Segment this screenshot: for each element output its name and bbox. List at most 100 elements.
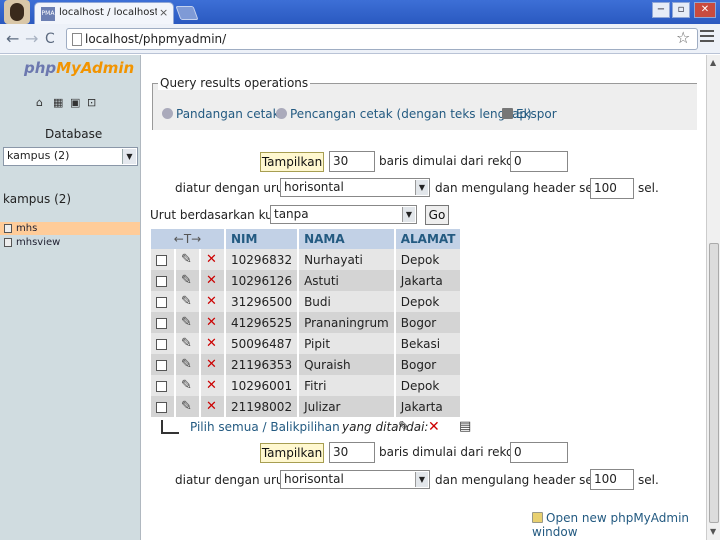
edit-selected-icon[interactable]: ✎ [398,419,410,435]
sql-query-icon[interactable]: ▦ [53,97,65,109]
browser-tabstrip: PMA localhost / localhost / kampus × − ▫… [0,0,720,24]
scroll-up-icon[interactable]: ▲ [710,58,716,67]
bookmark-star-icon[interactable]: ☆ [676,28,690,47]
database-select[interactable]: kampus (2) ▼ [3,147,138,166]
reload-icon[interactable]: C [45,29,55,49]
start-input-top[interactable]: 0 [510,151,568,172]
row-checkbox[interactable] [156,401,167,413]
column-header-nama[interactable]: NAMA [298,229,396,249]
cell-alamat: Depok [394,375,463,396]
row-checkbox[interactable] [156,296,167,308]
scroll-down-icon[interactable]: ▼ [710,527,716,536]
print-view-full-link[interactable]: Pencangan cetak (dengan teks lengkap) [276,107,532,121]
export-selected-icon[interactable]: ▤ [459,419,471,434]
table-row: ✎ ✕ 41296525 Prananingrum Bogor [151,312,463,333]
forward-arrow-icon[interactable]: → [25,29,38,49]
column-header-nim[interactable]: NIM [225,229,300,249]
row-checkbox[interactable] [156,254,167,266]
delete-x-icon[interactable]: ✕ [206,399,217,414]
delete-x-icon[interactable]: ✕ [206,273,217,288]
delete-x-icon[interactable]: ✕ [206,294,217,309]
edit-cell: ✎ [175,249,201,270]
table-row: ✎ ✕ 10296001 Fitri Depok [151,375,463,396]
rows-input-top[interactable]: 30 [329,151,375,172]
check-all-link[interactable]: Pilih semua / Balikpilihan [190,420,340,434]
show-button-top[interactable]: Tampilkan [260,152,324,172]
cell-nim: 31296500 [225,291,300,312]
repeat-input-bottom[interactable]: 100 [590,469,634,490]
phpmyadmin-logo[interactable]: phpMyAdmin [24,59,134,77]
edit-pencil-icon[interactable]: ✎ [181,273,192,288]
help-icon[interactable]: ⊡ [87,97,99,109]
profile-avatar[interactable] [4,0,30,24]
print-view-label: Pandangan cetak [176,107,280,121]
delete-x-icon[interactable]: ✕ [206,357,217,372]
edit-pencil-icon[interactable]: ✎ [181,336,192,351]
menu-icon[interactable] [700,30,714,44]
edit-pencil-icon[interactable]: ✎ [181,252,192,267]
database-label: Database [45,127,103,141]
cell-nama: Pipit [298,333,396,354]
row-checkbox[interactable] [156,317,167,329]
main-scrollbar[interactable]: ▲ ▼ [706,55,720,540]
address-bar[interactable]: localhost/phpmyadmin/ [66,28,698,50]
delete-x-icon[interactable]: ✕ [206,336,217,351]
print-view-link[interactable]: Pandangan cetak [162,107,280,121]
delete-x-icon[interactable]: ✕ [206,252,217,267]
row-checkbox-cell [151,396,176,417]
window-close-button[interactable]: ✕ [694,2,716,18]
url-text: localhost/phpmyadmin/ [85,32,227,46]
tab-close-icon[interactable]: × [159,6,168,19]
show-button-bottom[interactable]: Tampilkan [260,443,324,463]
back-arrow-icon[interactable]: ← [6,29,19,49]
edit-pencil-icon[interactable]: ✎ [181,294,192,309]
delete-selected-icon[interactable]: ✕ [428,419,440,435]
edit-cell: ✎ [175,270,201,291]
edit-pencil-icon[interactable]: ✎ [181,399,192,414]
cell-nim: 41296525 [225,312,300,333]
delete-cell: ✕ [199,270,227,291]
chevron-down-icon: ▼ [415,180,428,195]
scrollbar-thumb[interactable] [709,243,719,523]
edit-pencil-icon[interactable]: ✎ [181,357,192,372]
edit-cell: ✎ [175,312,201,333]
edit-cell: ✎ [175,354,201,375]
window-minimize-button[interactable]: − [652,2,670,18]
delete-x-icon[interactable]: ✕ [206,378,217,393]
with-selected-label: yang ditandai: [342,420,429,434]
sort-select[interactable]: tanpa ▼ [270,205,417,224]
row-checkbox[interactable] [156,380,167,392]
database-heading[interactable]: kampus (2) [3,192,71,206]
home-icon[interactable]: ⌂ [36,97,48,109]
table-row: ✎ ✕ 50096487 Pipit Bekasi [151,333,463,354]
new-tab-button[interactable] [175,6,199,20]
row-checkbox[interactable] [156,275,167,287]
docs-icon[interactable]: ▣ [70,97,82,109]
go-button[interactable]: Go [425,205,449,225]
row-checkbox-cell [151,354,176,375]
mode-select-top[interactable]: horisontal ▼ [280,178,430,197]
sidebar-table-label: mhsview [16,237,61,248]
new-window-label: Open new phpMyAdmin window [532,511,690,539]
mode-select-bottom[interactable]: horisontal ▼ [280,470,430,489]
rows-input-bottom[interactable]: 30 [329,442,375,463]
edit-pencil-icon[interactable]: ✎ [181,378,192,393]
qro-legend: Query results operations [158,76,311,90]
new-window-link[interactable]: Open new phpMyAdmin window [532,511,706,539]
sidebar-table-mhsview[interactable]: mhsview [0,236,140,249]
edit-cell: ✎ [175,375,201,396]
export-link[interactable]: Ekspor [502,107,557,121]
edit-pencil-icon[interactable]: ✎ [181,315,192,330]
start-input-bottom[interactable]: 0 [510,442,568,463]
window-maximize-button[interactable]: ▫ [672,2,690,18]
row-checkbox[interactable] [156,359,167,371]
repeat-input-top[interactable]: 100 [590,178,634,199]
delete-cell: ✕ [199,249,227,270]
sidebar-table-mhs[interactable]: mhs [0,222,140,235]
delete-cell: ✕ [199,354,227,375]
delete-x-icon[interactable]: ✕ [206,315,217,330]
row-checkbox[interactable] [156,338,167,350]
cell-nim: 50096487 [225,333,300,354]
browser-tab[interactable]: PMA localhost / localhost / kampus × [34,2,174,24]
column-header-alamat[interactable]: ALAMAT [394,229,463,249]
